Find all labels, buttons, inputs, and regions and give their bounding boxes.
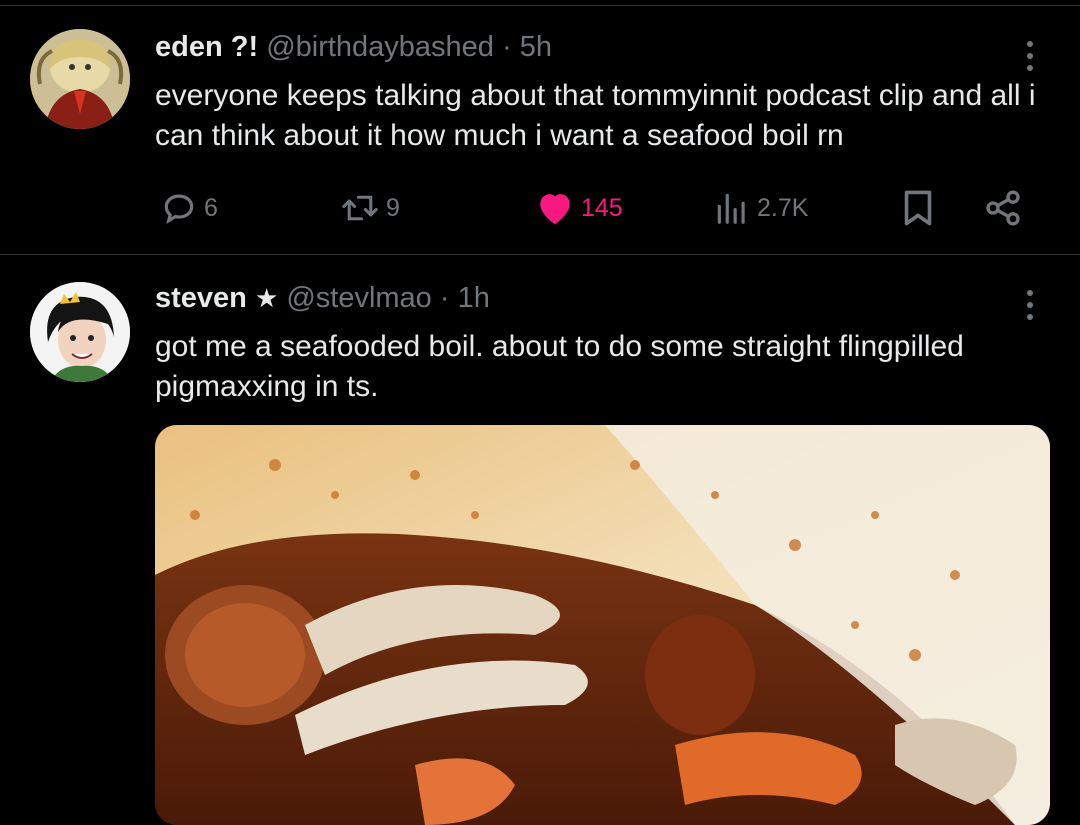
timestamp[interactable]: 1h bbox=[458, 282, 490, 314]
avatar[interactable] bbox=[30, 29, 130, 129]
like-count: 145 bbox=[581, 193, 623, 222]
bookmark-icon bbox=[904, 190, 932, 226]
views-button[interactable]: 2.7K bbox=[713, 186, 808, 230]
share-icon bbox=[986, 190, 1020, 226]
post-header: steven ★ @stevlmao · 1h bbox=[155, 281, 490, 315]
repost-button[interactable]: 9 bbox=[340, 186, 400, 230]
post[interactable]: eden ?! @birthdaybashed · 5h everyone ke… bbox=[0, 6, 1080, 254]
bookmark-button[interactable] bbox=[900, 186, 936, 230]
more-vertical-icon[interactable] bbox=[1020, 36, 1040, 76]
post[interactable]: steven ★ @stevlmao · 1h got me a seafood… bbox=[0, 255, 1080, 825]
heart-icon bbox=[540, 194, 570, 225]
reply-count: 6 bbox=[204, 193, 218, 222]
post-text: everyone keeps talking about that tommyi… bbox=[155, 79, 1036, 152]
author-name[interactable]: steven bbox=[155, 282, 247, 314]
timestamp[interactable]: 5h bbox=[520, 31, 552, 63]
avatar[interactable] bbox=[30, 282, 130, 382]
author-name[interactable]: eden ?! bbox=[155, 31, 258, 63]
action-bar: 6 9 145 2.7K bbox=[155, 186, 1035, 230]
repost-icon bbox=[342, 195, 378, 221]
post-image[interactable] bbox=[155, 425, 1050, 825]
views-icon bbox=[717, 193, 745, 224]
author-handle[interactable]: @birthdaybashed bbox=[266, 31, 494, 63]
post-text: got me a seafooded boil. about to do som… bbox=[155, 330, 964, 403]
view-count: 2.7K bbox=[757, 193, 809, 222]
reply-button[interactable]: 6 bbox=[160, 186, 218, 230]
reply-icon bbox=[164, 194, 194, 225]
name-suffix-star: ★ bbox=[254, 283, 279, 313]
like-button[interactable]: 145 bbox=[535, 186, 623, 230]
author-handle[interactable]: @stevlmao bbox=[286, 282, 431, 314]
separator: · bbox=[439, 282, 450, 314]
separator: · bbox=[502, 31, 512, 63]
share-button[interactable] bbox=[983, 186, 1023, 230]
repost-count: 9 bbox=[386, 193, 400, 222]
post-header: eden ?! @birthdaybashed · 5h bbox=[155, 30, 552, 64]
more-vertical-icon[interactable] bbox=[1020, 285, 1040, 325]
